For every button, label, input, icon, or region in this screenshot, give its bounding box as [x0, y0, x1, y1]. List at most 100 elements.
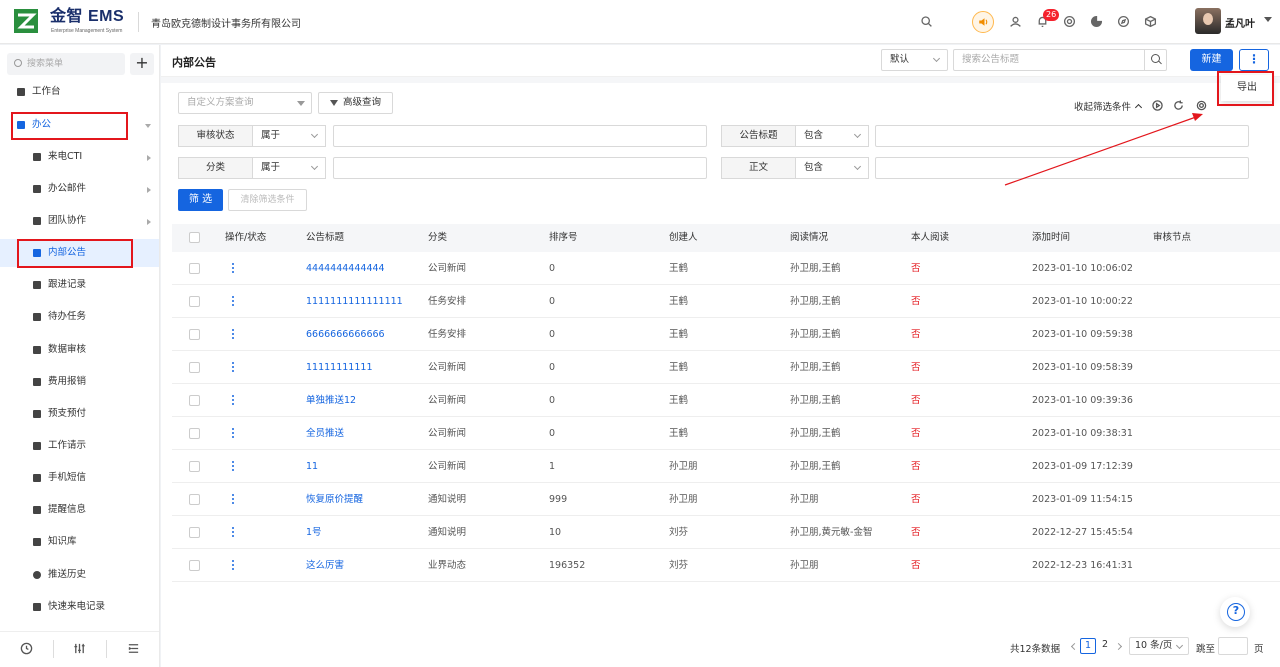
sliders-icon[interactable]	[73, 642, 87, 656]
cell-title[interactable]: 恢复原价提醒	[306, 483, 363, 516]
collapse-filters-link[interactable]: 收起筛选条件	[1074, 99, 1143, 113]
cell-title[interactable]: 11	[306, 450, 318, 483]
cell-title[interactable]: 6666666666666	[306, 318, 385, 351]
row-checkbox[interactable]	[189, 362, 200, 373]
advanced-query-button[interactable]: 高级查询	[318, 92, 393, 114]
select-all-checkbox[interactable]	[189, 232, 200, 243]
row-checkbox[interactable]	[189, 461, 200, 472]
sidebar-item-sms[interactable]: 手机短信	[0, 464, 159, 492]
filter-op-body[interactable]: 包含	[796, 157, 869, 179]
filter-op-audit-status[interactable]: 属于	[253, 125, 326, 147]
help-icon[interactable]	[1220, 597, 1250, 627]
sidebar-item-mail[interactable]: 办公邮件	[0, 175, 159, 203]
table-row[interactable]: 4444444444444 公司新闻 0 王鹤 孙卫朋,王鹤 否 2023-01-10 10…	[172, 252, 1280, 285]
column-header[interactable]: 公告标题	[306, 224, 344, 252]
table-row[interactable]: 恢复原价提醒 通知说明 999 孙卫朋 孙卫朋 否 2023-01-09 11:54:15	[172, 483, 1280, 516]
chevron-down-icon[interactable]	[1264, 17, 1272, 22]
sidebar-item-knowledge[interactable]: 知识库	[0, 528, 159, 556]
cell-title[interactable]: 1111111111111111	[306, 285, 403, 318]
row-actions-icon[interactable]	[232, 527, 235, 538]
row-actions-icon[interactable]	[232, 263, 235, 274]
row-actions-icon[interactable]	[232, 461, 235, 472]
table-row[interactable]: 1111111111111111 任务安排 0 王鹤 孙卫朋,王鹤 否 2023-01-10…	[172, 285, 1280, 318]
row-checkbox[interactable]	[189, 296, 200, 307]
collapse-menu-icon[interactable]	[127, 642, 141, 656]
filter-input-category[interactable]	[333, 157, 707, 179]
filter-button[interactable]: 筛 选	[178, 189, 223, 211]
table-row[interactable]: 11111111111 公司新闻 0 王鹤 孙卫朋,王鹤 否 2023-01-10 09:5…	[172, 351, 1280, 384]
row-actions-icon[interactable]	[232, 329, 235, 340]
page-size-select[interactable]: 10 条/页	[1129, 637, 1189, 655]
row-actions-icon[interactable]	[232, 296, 235, 307]
column-header[interactable]: 排序号	[549, 224, 578, 252]
sidebar-item-workbench[interactable]: 工作台	[0, 78, 159, 106]
table-row[interactable]: 全员推送 公司新闻 0 王鹤 孙卫朋,王鹤 否 2023-01-10 09:38:31	[172, 417, 1280, 450]
sidebar-item-team[interactable]: 团队协作	[0, 207, 159, 235]
cell-title[interactable]: 这么厉害	[306, 549, 344, 582]
row-checkbox[interactable]	[189, 494, 200, 505]
add-menu-button[interactable]: +	[130, 53, 154, 75]
row-actions-icon[interactable]	[232, 494, 235, 505]
more-button[interactable]: ⋮	[1239, 49, 1269, 71]
row-checkbox[interactable]	[189, 527, 200, 538]
search-icon[interactable]	[918, 13, 934, 29]
row-actions-icon[interactable]	[232, 395, 235, 406]
table-row[interactable]: 单独推送12 公司新闻 0 王鹤 孙卫朋,王鹤 否 2023-01-10 09:39:36	[172, 384, 1280, 417]
filter-input-title[interactable]	[875, 125, 1249, 147]
title-search-input[interactable]: 搜索公告标题	[953, 49, 1167, 71]
chevron-left-icon[interactable]	[1070, 642, 1079, 651]
custom-query-select[interactable]: 自定义方案查询	[178, 92, 312, 114]
column-header[interactable]: 分类	[428, 224, 447, 252]
sidebar-item-reminders[interactable]: 提醒信息	[0, 496, 159, 524]
row-actions-icon[interactable]	[232, 560, 235, 571]
filter-input-audit-status[interactable]	[333, 125, 707, 147]
table-row[interactable]: 11 公司新闻 1 孙卫朋 孙卫朋,王鹤 否 2023-01-09 17:12:39	[172, 450, 1280, 483]
row-checkbox[interactable]	[189, 329, 200, 340]
sidebar-item-advance[interactable]: 预支预付	[0, 400, 159, 428]
play-icon[interactable]	[1152, 100, 1163, 111]
sidebar-item-followup[interactable]: 跟进记录	[0, 271, 159, 299]
filter-input-body[interactable]	[875, 157, 1249, 179]
history-icon[interactable]	[20, 642, 34, 656]
filter-op-category[interactable]: 属于	[253, 157, 326, 179]
cube-icon[interactable]	[1142, 13, 1158, 29]
avatar[interactable]	[1195, 8, 1221, 34]
sidebar-item-request[interactable]: 工作请示	[0, 432, 159, 460]
sidebar-item-cti[interactable]: 来电CTI	[0, 143, 159, 171]
page-button-2[interactable]: 2	[1097, 638, 1113, 654]
compass-icon[interactable]	[1115, 13, 1131, 29]
column-header[interactable]: 阅读情况	[790, 224, 828, 252]
cell-title[interactable]: 4444444444444	[306, 252, 385, 285]
column-header[interactable]: 操作/状态	[225, 224, 266, 252]
sidebar-item-todo[interactable]: 待办任务	[0, 303, 159, 331]
menu-search-input[interactable]: 搜索菜单	[7, 53, 125, 75]
sidebar-item-expense[interactable]: 费用报销	[0, 368, 159, 396]
refresh-icon[interactable]	[1173, 100, 1184, 111]
cell-title[interactable]: 11111111111	[306, 351, 373, 384]
filter-op-title[interactable]: 包含	[796, 125, 869, 147]
cell-title[interactable]: 单独推送12	[306, 384, 356, 417]
new-button[interactable]: 新建	[1190, 49, 1233, 71]
table-row[interactable]: 这么厉害 业界动态 196352 刘芬 孙卫朋 否 2022-12-23 16:41:31	[172, 549, 1280, 582]
username[interactable]: 孟凡叶	[1225, 15, 1255, 30]
speaker-icon[interactable]	[972, 11, 994, 33]
table-row[interactable]: 1号 通知说明 10 刘芬 孙卫朋,黄元敏-金智 否 2022-12-27 15:45:54	[172, 516, 1280, 549]
row-checkbox[interactable]	[189, 428, 200, 439]
page-button-1[interactable]: 1	[1080, 638, 1096, 654]
column-header[interactable]: 添加时间	[1032, 224, 1070, 252]
row-checkbox[interactable]	[189, 263, 200, 274]
settings-icon[interactable]	[1196, 100, 1207, 111]
chevron-right-icon[interactable]	[1114, 642, 1123, 651]
column-header[interactable]: 审核节点	[1153, 224, 1191, 252]
clear-filters-button[interactable]: 清除筛选条件	[228, 189, 307, 211]
sidebar-item-quick-calls[interactable]: 快速来电记录	[0, 593, 159, 621]
cell-title[interactable]: 全员推送	[306, 417, 344, 450]
cell-title[interactable]: 1号	[306, 516, 322, 549]
table-row[interactable]: 6666666666666 任务安排 0 王鹤 孙卫朋,王鹤 否 2023-01-10 09…	[172, 318, 1280, 351]
column-header[interactable]: 创建人	[669, 224, 698, 252]
search-icon[interactable]	[1144, 49, 1166, 71]
view-select[interactable]: 默认	[881, 49, 948, 71]
row-actions-icon[interactable]	[232, 362, 235, 373]
pie-chart-icon[interactable]	[1088, 13, 1104, 29]
settings-icon[interactable]	[1061, 13, 1077, 29]
